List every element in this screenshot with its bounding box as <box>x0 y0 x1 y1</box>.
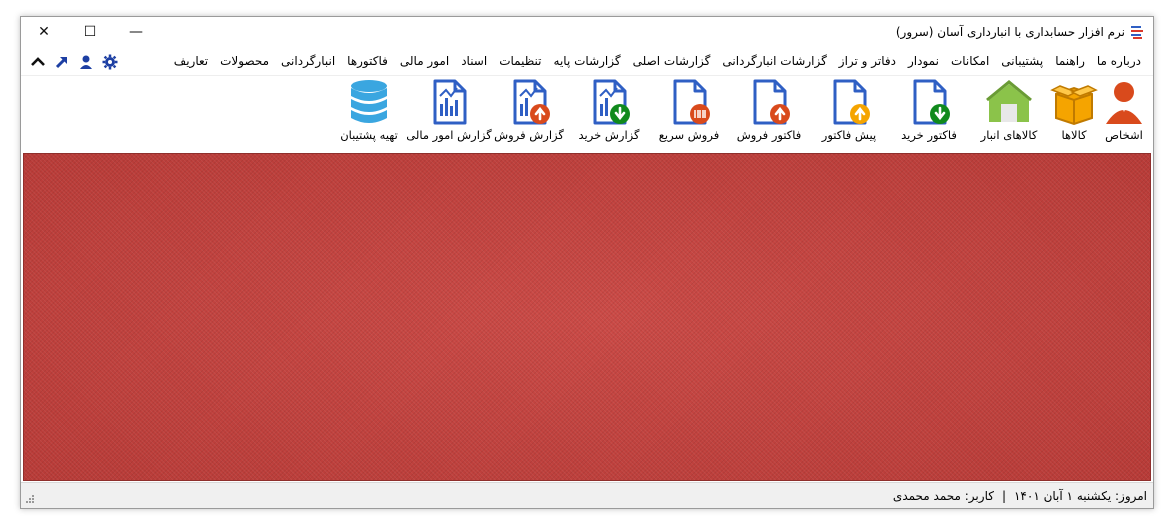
toolbar-button-proforma[interactable]: پیش فاکتور <box>809 78 889 150</box>
toolbar-button-invoice-up[interactable]: فاکتور فروش <box>729 78 809 150</box>
toolbar-button-barcode-doc[interactable]: فروش سریع <box>649 78 729 150</box>
toolbar-button-warehouse[interactable]: کالاهای انبار <box>969 78 1049 150</box>
status-user: کاربر: محمد محمدی <box>892 489 994 503</box>
toolbar-label: فاکتور فروش <box>736 128 802 142</box>
menu-item[interactable]: تنظیمات <box>493 52 547 70</box>
menu-item[interactable]: درباره ما <box>1091 52 1147 70</box>
toolbar-button-database[interactable]: تهیه پشتیبان <box>329 78 409 150</box>
title-bar: ✕ ☐ — نرم افزار حسابداری با انبارداری آس… <box>21 17 1153 47</box>
arrow-up-right-icon[interactable] <box>53 53 71 71</box>
warehouse-icon <box>984 78 1034 126</box>
toolbar-label: پیش فاکتور <box>821 128 877 142</box>
window-title: نرم افزار حسابداری با انبارداری آسان (سر… <box>895 25 1125 39</box>
close-button[interactable]: ✕ <box>21 17 67 47</box>
toolbar: اشخاص کالاها کالاهای انبار فاکتور خرید پیش ف… <box>21 75 1153 151</box>
toolbar-label: گزارش امور مالی <box>406 128 492 142</box>
menu-item[interactable]: فاکتورها <box>341 52 394 70</box>
report-up-icon <box>504 78 554 126</box>
status-bar: امروز: یکشنبه ۱ آبان ۱۴۰۱ | کاربر: محمد … <box>21 482 1153 508</box>
toolbar-button-report-chart[interactable]: گزارش امور مالی <box>406 78 492 150</box>
report-chart-icon <box>424 78 474 126</box>
app-window: ✕ ☐ — نرم افزار حسابداری با انبارداری آس… <box>20 16 1154 509</box>
chevron-up-icon[interactable] <box>29 53 47 71</box>
menu-bar: تعاریف محصولات انبارگردانی فاکتورها امور مال… <box>21 48 1153 74</box>
menu-item[interactable]: نمودار <box>902 52 945 70</box>
invoice-up-icon <box>744 78 794 126</box>
menu-item[interactable]: محصولات <box>214 52 275 70</box>
menu-item[interactable]: دفاتر و تراز <box>833 52 902 70</box>
barcode-doc-icon <box>664 78 714 126</box>
gear-icon[interactable] <box>101 53 119 71</box>
toolbar-button-report-up[interactable]: گزارش فروش <box>489 78 569 150</box>
database-icon <box>344 78 394 126</box>
status-separator: | <box>1001 489 1006 503</box>
menu-item[interactable]: اسناد <box>455 52 493 70</box>
main-workspace <box>23 153 1151 481</box>
app-logo-icon <box>1131 26 1143 39</box>
toolbar-label: کالاهای انبار <box>980 128 1038 142</box>
invoice-down-icon <box>904 78 954 126</box>
maximize-icon: ☐ <box>83 24 97 40</box>
close-icon: ✕ <box>38 24 50 40</box>
toolbar-label: تهیه پشتیبان <box>340 128 398 142</box>
menu-item[interactable]: راهنما <box>1049 52 1091 70</box>
toolbar-button-person[interactable]: اشخاص <box>1099 78 1149 150</box>
menu-item[interactable]: انبارگردانی <box>275 52 341 70</box>
toolbar-button-report-down[interactable]: گزارش خرید <box>569 78 649 150</box>
toolbar-label: گزارش خرید <box>578 128 640 142</box>
user-icon[interactable] <box>77 53 95 71</box>
toolbar-label: فاکتور خرید <box>901 128 957 142</box>
person-icon <box>1099 78 1149 126</box>
toolbar-label: فروش سریع <box>658 128 720 142</box>
resize-grip-icon[interactable] <box>25 494 35 504</box>
maximize-button[interactable]: ☐ <box>67 17 113 47</box>
menu-item[interactable]: گزارشات انبارگردانی <box>716 52 832 70</box>
toolbar-button-box[interactable]: کالاها <box>1049 78 1099 150</box>
toolbar-button-invoice-down[interactable]: فاکتور خرید <box>889 78 969 150</box>
menu-item[interactable]: گزارشات پایه <box>548 52 627 70</box>
minimize-button[interactable]: — <box>113 17 159 47</box>
report-down-icon <box>584 78 634 126</box>
proforma-icon <box>824 78 874 126</box>
toolbar-label: اشخاص <box>1105 128 1143 142</box>
menu-item[interactable]: گزارشات اصلی <box>627 52 717 70</box>
toolbar-label: گزارش فروش <box>494 128 564 142</box>
menu-item[interactable]: امور مالی <box>394 52 455 70</box>
status-date: امروز: یکشنبه ۱ آبان ۱۴۰۱ <box>1013 489 1147 503</box>
menu-item[interactable]: امکانات <box>945 52 995 70</box>
box-icon <box>1049 78 1099 126</box>
toolbar-label: کالاها <box>1061 128 1087 142</box>
minimize-icon: — <box>129 24 143 40</box>
menu-item[interactable]: تعاریف <box>168 52 214 70</box>
menu-item[interactable]: پشتیبانی <box>995 52 1049 70</box>
menu-tools <box>29 53 119 71</box>
